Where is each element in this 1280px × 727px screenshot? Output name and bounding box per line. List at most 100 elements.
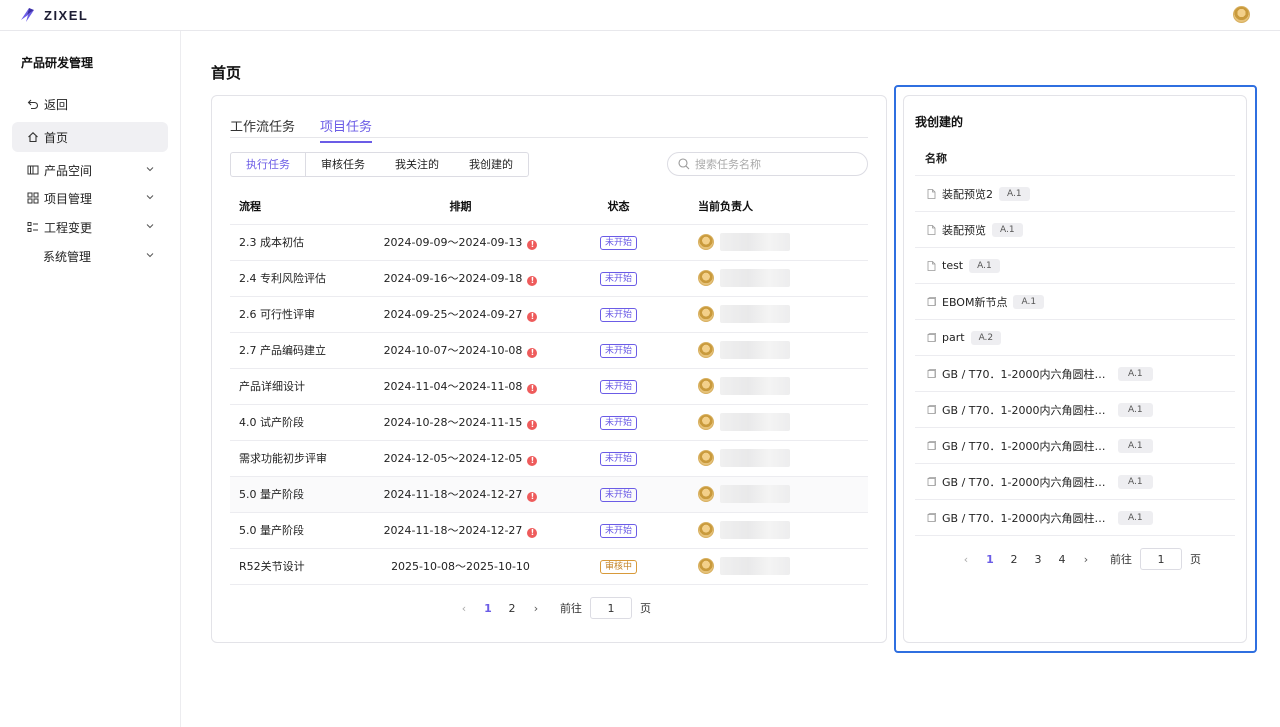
item-name: 装配预览2 bbox=[942, 187, 993, 201]
part-icon bbox=[927, 332, 936, 342]
goto-page-input[interactable] bbox=[1140, 548, 1182, 570]
page-button-2[interactable]: 2 bbox=[1002, 553, 1026, 566]
version-badge: A.1 bbox=[1118, 438, 1153, 453]
filter-review[interactable]: 审核任务 bbox=[306, 153, 380, 176]
page-button-4[interactable]: 4 bbox=[1050, 553, 1074, 566]
list-item[interactable]: GB / T70．1-2000内六角圆柱头… A.1 bbox=[915, 464, 1235, 500]
list-item[interactable]: EBOM新节点 A.1 bbox=[915, 284, 1235, 320]
page-title: 首页 bbox=[211, 64, 242, 82]
sidebar-item-product-space[interactable]: 产品空间 bbox=[12, 155, 168, 185]
table-row[interactable]: 2.7 产品编码建立 2024-10-07～2024-10-08! 未开始 bbox=[230, 332, 868, 369]
table-row[interactable]: 2.3 成本初估 2024-09-09～2024-09-13! 未开始 bbox=[230, 224, 868, 261]
status-badge: 未开始 bbox=[599, 379, 637, 394]
tab-workflow-tasks[interactable]: 工作流任务 bbox=[230, 116, 295, 141]
next-page-button[interactable]: › bbox=[1074, 553, 1098, 566]
schedule-text: 2024-11-04～2024-11-08 bbox=[383, 380, 523, 393]
task-status: 未开始 bbox=[558, 440, 679, 477]
library-icon bbox=[27, 164, 39, 176]
task-status: 未开始 bbox=[558, 368, 679, 405]
sidebar-item-back[interactable]: 返回 bbox=[12, 89, 168, 119]
brand-name: ZIXEL bbox=[44, 7, 89, 23]
task-search-input[interactable] bbox=[695, 157, 855, 171]
version-badge: A.1 bbox=[992, 222, 1023, 237]
created-pagination: ‹ 1 2 3 4 › 前往 页 bbox=[954, 548, 1201, 570]
prev-page-button[interactable]: ‹ bbox=[954, 553, 978, 566]
goto-page: 前往 页 bbox=[1110, 548, 1201, 570]
task-name: 4.0 试产阶段 bbox=[230, 404, 363, 441]
owner-avatar bbox=[698, 234, 714, 250]
owner-avatar bbox=[698, 414, 714, 430]
list-item[interactable]: part A.2 bbox=[915, 320, 1235, 356]
page-button-1[interactable]: 1 bbox=[978, 553, 1002, 566]
table-row[interactable]: 5.0 量产阶段 2024-11-18～2024-12-27! 未开始 bbox=[230, 512, 868, 549]
document-icon bbox=[927, 260, 936, 271]
owner-name-redacted bbox=[720, 449, 790, 467]
sidebar-item-project-management[interactable]: 项目管理 bbox=[12, 183, 168, 213]
table-row[interactable]: R52关节设计 2025-10-08～2025-10-10 审核中 bbox=[230, 548, 868, 585]
owner-avatar bbox=[698, 342, 714, 358]
task-name: 2.4 专利风险评估 bbox=[230, 260, 363, 297]
table-row[interactable]: 产品详细设计 2024-11-04～2024-11-08! 未开始 bbox=[230, 368, 868, 405]
table-row[interactable]: 4.0 试产阶段 2024-10-28～2024-11-15! 未开始 bbox=[230, 404, 868, 441]
list-item[interactable]: 装配预览 A.1 bbox=[915, 212, 1235, 248]
task-search-box[interactable] bbox=[667, 152, 868, 176]
task-schedule: 2024-11-04～2024-11-08! bbox=[363, 368, 558, 405]
created-card: 我创建的 名称 装配预览2 A.1 装配预览 A.1 test A.1 EBOM新节点 A.1… bbox=[903, 95, 1247, 643]
column-header-owner: 当前负责人 bbox=[679, 188, 868, 225]
sidebar: 产品研发管理 返回 首页 产品空间 项目管理 工程变更 系统管理 bbox=[0, 31, 181, 727]
list-item[interactable]: GB / T70．1-2000内六角圆柱头… A.1 bbox=[915, 356, 1235, 392]
table-header-row: 流程 排期 状态 当前负责人 bbox=[230, 188, 868, 225]
task-owner bbox=[679, 440, 868, 477]
home-icon bbox=[27, 131, 39, 143]
table-row[interactable]: 2.6 可行性评审 2024-09-25～2024-09-27! 未开始 bbox=[230, 296, 868, 333]
next-page-button[interactable]: › bbox=[524, 602, 548, 615]
list-item[interactable]: GB / T70．1-2000内六角圆柱头… A.1 bbox=[915, 392, 1235, 428]
status-badge: 审核中 bbox=[599, 559, 637, 574]
list-item[interactable]: GB / T70．1-2000内六角圆柱头… A.1 bbox=[915, 428, 1235, 464]
list-item[interactable]: 装配预览2 A.1 bbox=[915, 176, 1235, 212]
task-name: R52关节设计 bbox=[230, 548, 363, 585]
overdue-warning-icon: ! bbox=[527, 240, 538, 250]
sidebar-item-label: 系统管理 bbox=[43, 249, 92, 264]
table-row[interactable]: 2.4 专利风险评估 2024-09-16～2024-09-18! 未开始 bbox=[230, 260, 868, 297]
goto-label: 前往 bbox=[560, 602, 582, 615]
column-header-schedule: 排期 bbox=[363, 188, 558, 225]
table-row[interactable]: 5.0 量产阶段 2024-11-18～2024-12-27! 未开始 bbox=[230, 476, 868, 513]
list-item[interactable]: test A.1 bbox=[915, 248, 1235, 284]
sidebar-item-label: 项目管理 bbox=[44, 191, 93, 206]
owner-avatar bbox=[698, 486, 714, 502]
owner-name-redacted bbox=[720, 305, 790, 323]
filter-created[interactable]: 我创建的 bbox=[454, 153, 528, 176]
task-status: 未开始 bbox=[558, 224, 679, 261]
goto-page-input[interactable] bbox=[590, 597, 632, 619]
list-item[interactable]: GB / T70．1-2000内六角圆柱头… A.1 bbox=[915, 500, 1235, 536]
sidebar-item-home[interactable]: 首页 bbox=[12, 122, 168, 152]
schedule-text: 2024-10-28～2024-11-15 bbox=[383, 416, 523, 429]
owner-avatar bbox=[698, 450, 714, 466]
schedule-text: 2024-09-16～2024-09-18 bbox=[383, 272, 523, 285]
sidebar-title: 产品研发管理 bbox=[21, 56, 94, 70]
prev-page-button[interactable]: ‹ bbox=[452, 602, 476, 615]
task-owner bbox=[679, 548, 868, 585]
created-list: 名称 装配预览2 A.1 装配预览 A.1 test A.1 EBOM新节点 A.1 part A… bbox=[915, 140, 1235, 536]
version-badge: A.1 bbox=[1013, 294, 1045, 309]
owner-avatar bbox=[698, 378, 714, 394]
page-button-2[interactable]: 2 bbox=[500, 602, 524, 615]
user-avatar[interactable] bbox=[1233, 6, 1250, 23]
schedule-text: 2024-11-18～2024-12-27 bbox=[383, 524, 523, 537]
tasks-table: 流程 排期 状态 当前负责人 2.3 成本初估 2024-09-09～2024-0… bbox=[230, 188, 868, 585]
sidebar-item-system-management[interactable]: 系统管理 bbox=[12, 241, 168, 271]
sidebar-item-engineering-change[interactable]: 工程变更 bbox=[12, 212, 168, 242]
tab-project-tasks[interactable]: 项目任务 bbox=[320, 116, 373, 143]
version-badge: A.1 bbox=[1118, 510, 1153, 525]
overdue-warning-icon: ! bbox=[527, 492, 538, 502]
version-badge: A.1 bbox=[1118, 474, 1153, 489]
filter-execute[interactable]: 执行任务 bbox=[231, 153, 306, 176]
page-button-1[interactable]: 1 bbox=[476, 602, 500, 615]
owner-avatar bbox=[698, 522, 714, 538]
filter-followed[interactable]: 我关注的 bbox=[380, 153, 454, 176]
table-row[interactable]: 需求功能初步评审 2024-12-05～2024-12-05! 未开始 bbox=[230, 440, 868, 477]
back-arrow-icon bbox=[27, 98, 39, 110]
page-button-3[interactable]: 3 bbox=[1026, 553, 1050, 566]
logo[interactable]: ZIXEL bbox=[18, 5, 88, 25]
